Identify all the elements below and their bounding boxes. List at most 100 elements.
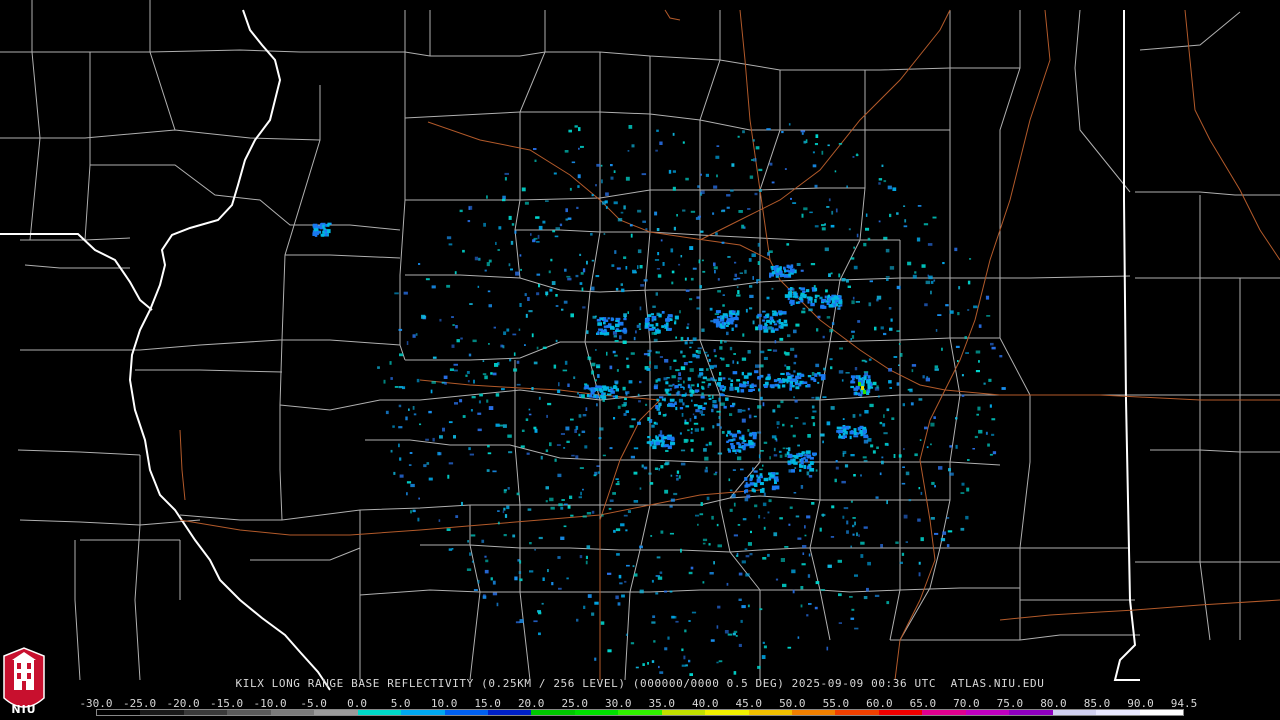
echo-speck	[526, 452, 530, 455]
echo-cluster-speck	[615, 317, 621, 321]
echo-speck	[842, 452, 845, 457]
echo-speck	[582, 488, 584, 491]
echo-speck	[930, 290, 932, 295]
echo-cluster-speck	[855, 391, 858, 395]
echo-cluster-speck	[780, 274, 785, 277]
echo-speck	[792, 589, 795, 594]
echo-speck	[398, 426, 403, 429]
echo-speck	[557, 556, 561, 559]
echo-cluster-speck	[777, 384, 781, 389]
echo-speck	[864, 360, 868, 363]
echo-speck	[623, 313, 627, 318]
echo-speck	[698, 259, 701, 264]
echo-speck	[787, 334, 791, 338]
echo-speck	[462, 249, 465, 253]
echo-speck	[693, 422, 699, 425]
echo-speck	[669, 532, 674, 535]
echo-cluster-speck	[754, 483, 758, 487]
echo-speck	[784, 546, 789, 548]
echo-cluster-speck	[747, 372, 752, 376]
echo-speck	[878, 178, 883, 181]
echo-speck	[615, 528, 621, 532]
echo-speck	[721, 241, 725, 244]
echo-speck	[806, 471, 810, 476]
echo-speck	[677, 380, 680, 383]
echo-speck	[860, 474, 862, 477]
echo-cluster-speck	[789, 453, 793, 458]
echo-cluster-speck	[769, 274, 772, 278]
echo-cluster-speck	[751, 488, 755, 492]
echo-speck	[632, 565, 635, 568]
echo-speck	[777, 404, 781, 408]
echo-speck	[754, 192, 758, 196]
echo-speck	[964, 336, 967, 340]
reflectivity-color-bar	[96, 709, 1184, 716]
echo-cluster-speck	[655, 329, 660, 334]
echo-speck	[653, 338, 658, 342]
echo-speck	[880, 326, 884, 330]
echo-speck	[621, 594, 625, 598]
echo-speck	[527, 297, 530, 301]
echo-speck	[738, 598, 742, 601]
echo-speck	[541, 602, 544, 605]
echo-cluster-speck	[732, 371, 738, 375]
echo-speck	[694, 428, 699, 432]
echo-speck	[659, 356, 663, 358]
echo-speck	[557, 473, 562, 478]
echo-speck	[547, 569, 549, 573]
echo-speck	[695, 514, 700, 517]
echo-speck	[879, 421, 883, 425]
echo-speck	[446, 528, 451, 531]
echo-speck	[477, 412, 482, 415]
echo-speck	[669, 505, 673, 508]
echo-speck	[896, 285, 901, 290]
echo-cluster-speck	[757, 476, 761, 479]
color-bar-segment	[878, 710, 923, 715]
echo-cluster-speck	[783, 274, 787, 278]
echo-speck	[689, 673, 693, 676]
echo-speck	[550, 258, 553, 262]
echo-cluster-speck	[788, 291, 793, 295]
echo-speck	[784, 364, 787, 367]
echo-speck	[902, 403, 905, 407]
echo-speck	[965, 515, 969, 520]
echo-speck	[516, 383, 521, 386]
echo-speck	[671, 615, 675, 619]
echo-speck	[673, 226, 676, 231]
echo-cluster-speck	[595, 385, 601, 388]
echo-speck	[666, 377, 670, 379]
echo-speck	[869, 403, 874, 408]
echo-speck	[876, 298, 879, 302]
echo-speck	[736, 286, 739, 289]
echo-speck	[453, 363, 458, 366]
echo-speck	[834, 478, 837, 483]
reflectivity-scale-labels: -30.0 -25.0 -20.0 -15.0 -10.0 -5.0 0.0 5.0 10.0 1…	[79, 697, 1197, 710]
echo-cluster-speck	[605, 332, 610, 336]
echo-cluster-speck	[667, 393, 672, 396]
echo-speck	[830, 406, 835, 410]
echo-speck	[696, 296, 700, 299]
echo-speck	[673, 359, 677, 362]
echo-speck	[486, 262, 490, 267]
radar-map	[0, 0, 1280, 720]
echo-cluster-speck	[769, 384, 775, 388]
echo-speck	[559, 223, 563, 227]
echo-cluster-speck	[859, 429, 863, 434]
echo-speck	[418, 497, 420, 500]
echo-cluster-speck	[759, 473, 763, 476]
echo-cluster-speck	[730, 405, 735, 408]
echo-speck	[609, 365, 613, 370]
echo-speck	[737, 409, 742, 413]
echo-speck	[615, 478, 619, 480]
echo-speck	[733, 671, 737, 675]
echo-speck	[681, 648, 684, 652]
echo-speck	[473, 589, 478, 591]
echo-speck	[744, 497, 749, 502]
echo-speck	[448, 243, 453, 246]
echo-speck	[733, 502, 736, 507]
echo-speck	[812, 164, 817, 168]
echo-speck	[978, 324, 982, 328]
echo-speck	[620, 283, 623, 286]
echo-speck	[762, 502, 767, 507]
echo-cluster-speck	[856, 375, 859, 380]
